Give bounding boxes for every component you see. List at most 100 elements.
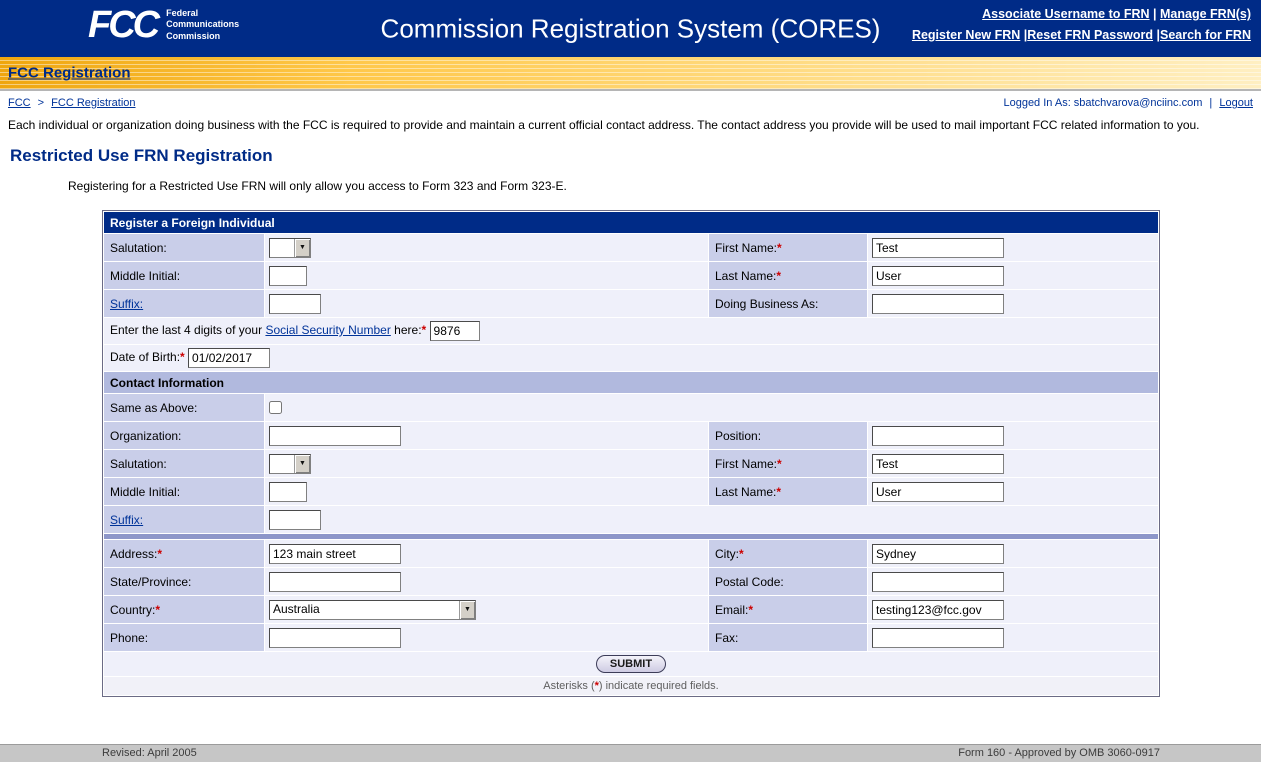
manage-frns-link[interactable]: Manage FRN(s): [1160, 7, 1251, 21]
dropdown-arrow-icon: ▼: [459, 601, 475, 619]
breadcrumb: FCC > FCC Registration: [8, 97, 136, 109]
fax-label: Fax:: [709, 624, 867, 651]
country-select[interactable]: Australia ▼: [269, 600, 476, 620]
table-row: Salutation: ▼ First Name:*: [104, 450, 1158, 477]
email-label: Email:*: [709, 596, 867, 623]
app-title: Commission Registration System (CORES): [381, 13, 881, 44]
footer-form-number: Form 160 - Approved by OMB 3060-0917: [958, 747, 1160, 759]
salutation-label: Salutation:: [104, 234, 264, 261]
same-as-above-label: Same as Above:: [104, 394, 264, 421]
contact-middle-initial-input[interactable]: [269, 482, 307, 502]
required-asterisk: *: [180, 350, 185, 364]
ssn-row: Enter the last 4 digits of your Social S…: [104, 318, 1158, 344]
submit-button[interactable]: SUBMIT: [596, 655, 666, 673]
divider-band: [104, 534, 1158, 539]
required-asterisk: *: [748, 603, 753, 617]
contact-salutation-label: Salutation:: [104, 450, 264, 477]
position-input[interactable]: [872, 426, 1004, 446]
separator: |: [1209, 97, 1212, 109]
city-input[interactable]: [872, 544, 1004, 564]
phone-label: Phone:: [104, 624, 264, 651]
fax-input[interactable]: [872, 628, 1004, 648]
address-label: Address:*: [104, 540, 264, 567]
country-label: Country:*: [104, 596, 264, 623]
section-header-foreign: Register a Foreign Individual: [104, 212, 1158, 233]
contact-last-name-label: Last Name:*: [709, 478, 867, 505]
logout-link[interactable]: Logout: [1219, 97, 1253, 109]
required-asterisk: *: [777, 457, 782, 471]
table-row: Suffix:: [104, 506, 1158, 533]
fcc-logo: FCC Federal Communications Commission: [88, 6, 239, 44]
suffix-input[interactable]: [269, 294, 321, 314]
last-name-input[interactable]: [872, 266, 1004, 286]
contact-first-name-input[interactable]: [872, 454, 1004, 474]
gold-banner: FCC Registration: [0, 57, 1261, 91]
table-row: Suffix: Doing Business As:: [104, 290, 1158, 317]
breadcrumb-fcc-link[interactable]: FCC: [8, 97, 31, 109]
first-name-label: First Name:*: [709, 234, 867, 261]
required-asterisk: *: [422, 323, 427, 337]
contact-salutation-select[interactable]: ▼: [269, 454, 311, 474]
suffix-link[interactable]: Suffix:: [110, 297, 143, 311]
dob-label: Date of Birth:: [110, 350, 180, 364]
middle-initial-input[interactable]: [269, 266, 307, 286]
contact-suffix-link[interactable]: Suffix:: [110, 513, 143, 527]
search-for-frn-link[interactable]: Search for FRN: [1160, 28, 1251, 42]
contact-first-name-label: First Name:*: [709, 450, 867, 477]
ssn-label-post: here:: [394, 323, 421, 337]
table-row: Organization: Position:: [104, 422, 1158, 449]
required-asterisk: *: [776, 485, 781, 499]
table-row: Country:* Australia ▼ Email:*: [104, 596, 1158, 623]
register-new-frn-link[interactable]: Register New FRN: [912, 28, 1020, 42]
table-row: Middle Initial: Last Name:*: [104, 262, 1158, 289]
contact-suffix-input[interactable]: [269, 510, 321, 530]
dba-label: Doing Business As:: [709, 290, 867, 317]
position-label: Position:: [709, 422, 867, 449]
page-subtitle: Registering for a Restricted Use FRN wil…: [68, 179, 1261, 193]
dob-input[interactable]: [188, 348, 270, 368]
table-row: Phone: Fax:: [104, 624, 1158, 651]
breadcrumb-bar: FCC > FCC Registration Logged In As: sba…: [0, 91, 1261, 113]
associate-username-link[interactable]: Associate Username to FRN: [982, 7, 1149, 21]
page-title: Restricted Use FRN Registration: [10, 146, 1261, 166]
session-info: Logged In As: sbatchvarova@nciinc.com | …: [1003, 97, 1253, 109]
last-name-label: Last Name:*: [709, 262, 867, 289]
address-input[interactable]: [269, 544, 401, 564]
ssn-link[interactable]: Social Security Number: [265, 323, 390, 337]
registration-form: Register a Foreign Individual Salutation…: [102, 210, 1160, 697]
email-input[interactable]: [872, 600, 1004, 620]
ssn-input[interactable]: [430, 321, 480, 341]
salutation-select[interactable]: ▼: [269, 238, 311, 258]
top-header: FCC Federal Communications Commission Co…: [0, 0, 1261, 57]
state-province-input[interactable]: [269, 572, 401, 592]
dropdown-arrow-icon: ▼: [294, 455, 310, 473]
breadcrumb-current-link[interactable]: FCC Registration: [51, 97, 135, 109]
fcc-logo-subtext: Federal Communications Commission: [166, 8, 239, 42]
required-asterisk: *: [157, 547, 162, 561]
fcc-registration-link[interactable]: FCC Registration: [8, 65, 131, 82]
organization-input[interactable]: [269, 426, 401, 446]
middle-initial-label: Middle Initial:: [104, 262, 264, 289]
table-row: State/Province: Postal Code:: [104, 568, 1158, 595]
required-note: Asterisks (*) indicate required fields.: [104, 677, 1158, 695]
state-province-label: State/Province:: [104, 568, 264, 595]
registration-form-table: Register a Foreign Individual Salutation…: [102, 210, 1160, 697]
footer: Revised: April 2005 Form 160 - Approved …: [0, 744, 1261, 762]
phone-input[interactable]: [269, 628, 401, 648]
required-asterisk: *: [776, 269, 781, 283]
first-name-input[interactable]: [872, 238, 1004, 258]
city-label: City:*: [709, 540, 867, 567]
table-row: Middle Initial: Last Name:*: [104, 478, 1158, 505]
postal-code-input[interactable]: [872, 572, 1004, 592]
table-row: Address:* City:*: [104, 540, 1158, 567]
reset-frn-password-link[interactable]: Reset FRN Password: [1027, 28, 1153, 42]
same-as-above-checkbox[interactable]: [269, 401, 282, 414]
submit-row: SUBMIT: [104, 652, 1158, 676]
required-asterisk: *: [739, 547, 744, 561]
logged-in-text: Logged In As: sbatchvarova@nciinc.com: [1003, 97, 1202, 109]
dba-input[interactable]: [872, 294, 1004, 314]
header-links: Associate Username to FRN | Manage FRN(s…: [912, 7, 1251, 49]
intro-text: Each individual or organization doing bu…: [0, 113, 1261, 133]
contact-last-name-input[interactable]: [872, 482, 1004, 502]
table-row: Same as Above:: [104, 394, 1158, 421]
